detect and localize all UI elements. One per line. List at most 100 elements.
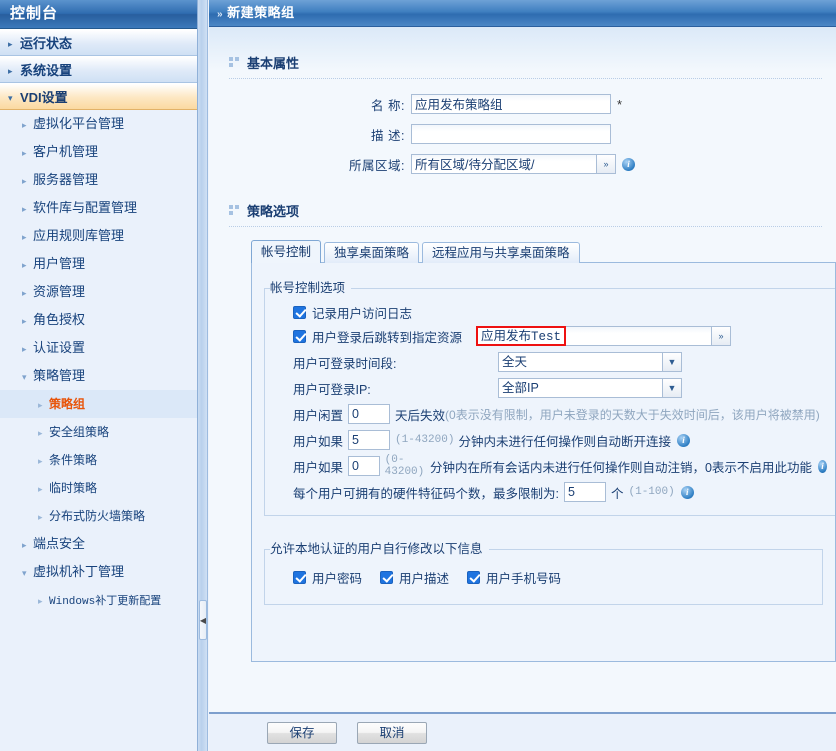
sidebar-item-software-library[interactable]: ▸软件库与配置管理 — [0, 194, 197, 222]
tab-dedicated-desktop-policy[interactable]: 独享桌面策略 — [324, 242, 419, 263]
info-icon[interactable]: i — [681, 486, 694, 499]
sidebar-item-label: 临时策略 — [49, 481, 97, 495]
sidebar-item-label: Windows补丁更新配置 — [49, 596, 161, 608]
section-marker-icon — [229, 57, 241, 68]
sidebar-item-security-group-policy[interactable]: ▸安全组策略 — [0, 418, 197, 446]
redirect-resource-input[interactable]: 应用发布Test — [476, 326, 566, 346]
caret-right-icon: ▸ — [38, 419, 49, 447]
redirect-browse-button[interactable]: » — [712, 326, 731, 346]
sidebar-item-label: 分布式防火墙策略 — [49, 509, 145, 523]
idle-expire-prefix: 用户闲置 — [293, 405, 343, 424]
name-input[interactable]: 应用发布策略组 — [411, 94, 611, 114]
local-auth-checkbox-row: 用户密码 用户描述 用户手机号码 — [293, 566, 814, 588]
action-bar: 保存 取消 — [209, 712, 836, 751]
form-row-name: 名 称: 应用发布策略组 * — [209, 89, 836, 119]
sidebar-item-virtualization-platform[interactable]: ▸虚拟化平台管理 — [0, 110, 197, 138]
area-browse-button[interactable]: » — [597, 154, 616, 174]
caret-right-icon: ▸ — [22, 251, 33, 279]
sidebar-item-role-authorization[interactable]: ▸角色授权 — [0, 306, 197, 334]
area-label: 所属区域: — [209, 155, 411, 174]
info-icon[interactable]: i — [622, 158, 635, 171]
caret-right-icon: ▸ — [38, 587, 49, 615]
hardware-id-limit-input[interactable]: 5 — [564, 482, 606, 502]
chevron-right-icon: ▸ — [8, 31, 18, 58]
sidebar-item-temporary-policy[interactable]: ▸临时策略 — [0, 474, 197, 502]
auto-logout-range: (0-43200) — [385, 454, 426, 478]
hardware-id-limit-range: (1-100) — [629, 486, 675, 498]
sidebar-item-policy-group[interactable]: ▸策略组 — [0, 390, 197, 418]
sidebar-group-label: 运行状态 — [20, 36, 72, 51]
caret-right-icon: ▸ — [22, 195, 33, 223]
user-description-label: 用户描述 — [399, 568, 449, 587]
sidebar-item-label: 资源管理 — [33, 284, 85, 299]
login-ip-label: 用户可登录IP: — [293, 379, 498, 398]
sidebar-group-vdi-settings[interactable]: ▾VDI设置 — [0, 83, 197, 110]
sidebar-item-client-management[interactable]: ▸客户机管理 — [0, 138, 197, 166]
login-ip-select-value[interactable]: 全部IP — [498, 378, 663, 398]
hardware-id-limit-row: 每个用户可拥有的硬件特征码个数，最多限制为: 5 个 (1-100) i — [293, 479, 827, 505]
info-icon[interactable]: i — [677, 434, 690, 447]
log-access-row: 记录用户访问日志 — [293, 301, 827, 323]
sidebar-item-windows-patch-update-config[interactable]: ▸Windows补丁更新配置 — [0, 586, 197, 614]
auto-logout-input[interactable]: 0 — [348, 456, 380, 476]
user-password-label: 用户密码 — [312, 568, 362, 587]
description-input[interactable] — [411, 124, 611, 144]
name-label: 名 称: — [209, 95, 411, 114]
login-time-dropdown-arrow[interactable]: ▼ — [663, 352, 682, 372]
auto-disconnect-input[interactable]: 5 — [348, 430, 390, 450]
save-button[interactable]: 保存 — [267, 722, 337, 744]
caret-right-icon: ▸ — [38, 503, 49, 531]
chevron-right-icon: ▸ — [8, 58, 18, 85]
sidebar-group-system-settings[interactable]: ▸系统设置 — [0, 56, 197, 83]
user-phone-label: 用户手机号码 — [486, 568, 561, 587]
idle-expire-suffix: 天后失效 — [395, 405, 445, 424]
page-title-bar: »新建策略组 — [209, 0, 836, 27]
caret-right-icon: ▸ — [38, 391, 49, 419]
idle-expire-hint: (0表示没有限制，用户未登录的天数大于失效时间后，该用户将被禁用) — [445, 406, 820, 423]
log-access-checkbox[interactable] — [293, 306, 306, 319]
tab-account-control[interactable]: 帐号控制 — [251, 240, 321, 263]
auto-logout-prefix: 用户如果 — [293, 457, 343, 476]
local-auth-legend: 允许本地认证的用户自行修改以下信息 — [270, 538, 489, 557]
sidebar-item-label: 软件库与配置管理 — [33, 200, 137, 215]
section-divider — [229, 78, 822, 79]
user-description-checkbox[interactable] — [380, 571, 393, 584]
caret-down-icon: ▾ — [22, 559, 33, 587]
sidebar-item-resource-management[interactable]: ▸资源管理 — [0, 278, 197, 306]
sidebar-item-distributed-firewall-policy[interactable]: ▸分布式防火墙策略 — [0, 502, 197, 530]
collapse-arrow-icon: ◀ — [200, 616, 206, 625]
sidebar-splitter[interactable]: ◀ — [198, 0, 208, 751]
sidebar-item-label: 策略管理 — [33, 368, 85, 383]
sidebar-item-user-management[interactable]: ▸用户管理 — [0, 250, 197, 278]
sidebar-item-app-rule-library[interactable]: ▸应用规则库管理 — [0, 222, 197, 250]
redirect-checkbox[interactable] — [293, 330, 306, 343]
sidebar-group-label: VDI设置 — [20, 90, 68, 105]
idle-expire-input[interactable]: 0 — [348, 404, 390, 424]
sidebar-item-endpoint-security[interactable]: ▸端点安全 — [0, 530, 197, 558]
tab-remote-app-shared-desktop-policy[interactable]: 远程应用与共享桌面策略 — [422, 242, 580, 263]
sidebar-group-running-status[interactable]: ▸运行状态 — [0, 29, 197, 56]
sidebar-item-label: 安全组策略 — [49, 425, 109, 439]
sidebar-collapse-handle[interactable]: ◀ — [199, 600, 207, 640]
sidebar-item-condition-policy[interactable]: ▸条件策略 — [0, 446, 197, 474]
user-phone-checkbox[interactable] — [467, 571, 480, 584]
hardware-id-limit-unit: 个 — [611, 483, 624, 502]
sidebar-item-label: 虚拟化平台管理 — [33, 116, 124, 131]
redirect-resource-filler[interactable] — [566, 326, 712, 346]
area-input[interactable]: 所有区域/待分配区域/ — [411, 154, 597, 174]
sidebar-item-policy-management[interactable]: ▾策略管理 — [0, 362, 197, 390]
login-time-label: 用户可登录时间段: — [293, 353, 498, 372]
info-icon[interactable]: i — [818, 460, 827, 473]
cancel-button[interactable]: 取消 — [357, 722, 427, 744]
breadcrumb-chevron-icon: » — [217, 9, 223, 20]
sidebar-item-label: 角色授权 — [33, 312, 85, 327]
sidebar-item-vm-patch-management[interactable]: ▾虚拟机补丁管理 — [0, 558, 197, 586]
login-time-select-value[interactable]: 全天 — [498, 352, 663, 372]
sidebar-item-label: 应用规则库管理 — [33, 228, 124, 243]
login-ip-dropdown-arrow[interactable]: ▼ — [663, 378, 682, 398]
sidebar-item-label: 认证设置 — [33, 340, 85, 355]
user-password-checkbox[interactable] — [293, 571, 306, 584]
basic-properties-form: 名 称: 应用发布策略组 * 描 述: 所属区域: 所有区域/待分配区域/ » … — [209, 89, 836, 179]
sidebar-item-server-management[interactable]: ▸服务器管理 — [0, 166, 197, 194]
sidebar-item-auth-settings[interactable]: ▸认证设置 — [0, 334, 197, 362]
